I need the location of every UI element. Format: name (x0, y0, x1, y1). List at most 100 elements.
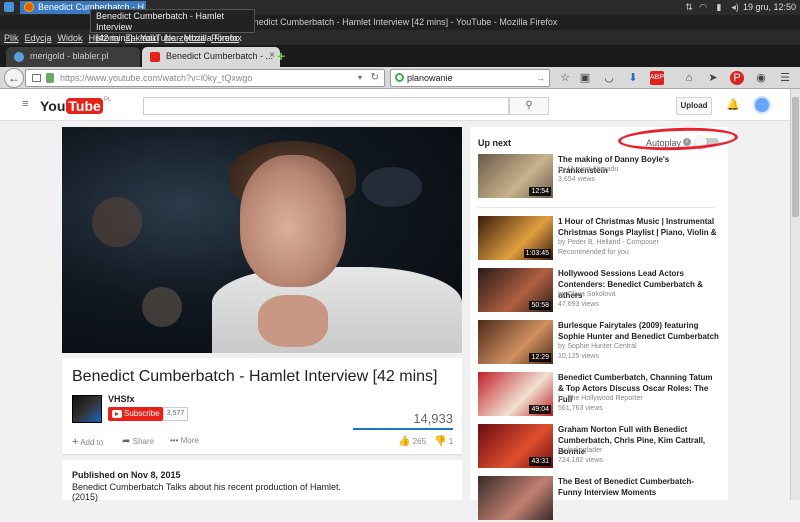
account-avatar[interactable] (753, 96, 771, 114)
like-ratio-bar (353, 428, 453, 430)
youtube-favicon-icon (150, 52, 160, 62)
dislike-button[interactable]: 👎 1 (434, 436, 453, 447)
recommendation-thumbnail[interactable]: 49:04 (478, 372, 553, 416)
recommendation-title[interactable]: 1 Hour of Christmas Music | Instrumental… (558, 216, 720, 238)
adblock-icon[interactable]: ABP (650, 71, 664, 85)
download-icon[interactable]: ⬇ (626, 71, 640, 85)
more-label: More (180, 436, 199, 445)
recommendation-title[interactable]: The Best of Benedict Cumberbatch- Funny … (558, 476, 720, 498)
like-button[interactable]: 👍 265 (398, 436, 426, 447)
recommendation-item[interactable]: The Best of Benedict Cumberbatch- Funny … (478, 476, 718, 522)
google-search-icon[interactable] (395, 73, 404, 82)
close-tab-icon[interactable]: × (269, 47, 275, 65)
notifications-bell-icon[interactable]: 🔔 (726, 98, 740, 113)
search-bar[interactable]: planowanie → (390, 69, 550, 87)
up-next-heading: Up next (478, 138, 512, 148)
channel-name[interactable]: VHSfx (108, 394, 135, 404)
add-to-button[interactable]: + Add to (72, 436, 103, 448)
lock-icon[interactable] (46, 73, 54, 83)
sidebar-divider (478, 207, 715, 208)
youtube-logo[interactable]: You Tube PL (40, 97, 111, 115)
video-duration: 50:58 (529, 301, 551, 310)
recommendation-item[interactable]: 43:31 Graham Norton Full with Benedict Cu… (478, 424, 718, 470)
new-tab-button[interactable]: + (277, 49, 289, 63)
volume-icon[interactable]: ◂) (730, 2, 740, 12)
recommendation-thumbnail[interactable] (478, 476, 553, 520)
recommendation-channel[interactable]: by Sophie Hunter Central (558, 343, 637, 350)
home-icon[interactable]: ⌂ (682, 71, 696, 85)
clock[interactable]: 19 gru, 12:50 (743, 2, 796, 12)
recommendation-thumbnail[interactable]: 12:29 (478, 320, 553, 364)
recommendation-title[interactable]: Burlesque Fairytales (2009) featuring So… (558, 320, 720, 342)
recommendation-item[interactable]: 49:04 Benedict Cumberbatch, Channing Tatu… (478, 372, 718, 418)
tooltip-line-1: Benedict Cumberbatch - Hamlet Interview (96, 11, 225, 32)
video-person-shirt (212, 267, 462, 353)
battery-icon[interactable]: ▮ (714, 2, 724, 12)
subscribe-button[interactable]: Subscribe (108, 407, 163, 421)
menu-edycja[interactable]: Edycja (25, 33, 52, 43)
video-player[interactable] (62, 127, 462, 353)
recommendation-channel[interactable]: by Munirat Ahmadu (558, 166, 618, 173)
subscriber-count: 3,577 (163, 407, 188, 421)
plus-icon: + (72, 436, 79, 448)
add-to-label: Add to (80, 438, 104, 447)
url-bar[interactable]: https://www.youtube.com/watch?v=l0ky_tQx… (25, 69, 385, 87)
logo-country: PL (103, 97, 112, 103)
youtube-search-input[interactable] (143, 97, 509, 115)
reload-icon[interactable]: ↻ (371, 70, 379, 86)
recommendation-item[interactable]: 50:58 Hollywood Sessions Lead Actors Cont… (478, 268, 718, 314)
recommendation-views: 724,182 views (558, 457, 603, 464)
tab-strip: merigold - blabler.pl Benedict Cumberbat… (0, 45, 800, 67)
menu-widok[interactable]: Widok (58, 33, 83, 43)
recommendation-thumbnail[interactable]: 43:31 (478, 424, 553, 468)
channel-thumbnail[interactable] (72, 395, 102, 423)
share-label: Share (132, 437, 154, 446)
upload-button[interactable]: Upload (676, 97, 712, 115)
reading-list-icon[interactable]: ▣ (578, 71, 592, 85)
menu-plik[interactable]: Plik (4, 33, 19, 43)
recommendation-thumbnail[interactable]: 12:54 (478, 154, 553, 198)
recommendation-channel[interactable]: by Olivia Sokolova (558, 291, 616, 298)
wifi-icon[interactable]: ◠ (698, 2, 708, 12)
video-duration: 1:03:45 (523, 249, 551, 258)
search-go-icon[interactable]: → (536, 70, 545, 86)
scrollbar-thumb[interactable] (792, 97, 799, 217)
more-dots-icon: ••• (170, 436, 179, 445)
bookmark-star-icon[interactable]: ☆ (558, 71, 572, 85)
url-dropdown-icon[interactable]: ▾ (358, 70, 362, 86)
recommendation-item[interactable]: 12:54 The making of Danny Boyle's Franken… (478, 154, 718, 200)
recommendation-thumbnail[interactable]: 1:03:45 (478, 216, 553, 260)
recommendation-channel[interactable]: by The Hollywood Reporter (558, 395, 643, 402)
video-bokeh (142, 287, 182, 327)
recommendation-item[interactable]: 1:03:45 1 Hour of Christmas Music | Instr… (478, 216, 718, 262)
back-button[interactable]: ← (4, 68, 24, 88)
search-icon: ⚲ (525, 100, 533, 111)
recommendation-channel[interactable]: by fadingfader (558, 447, 602, 454)
extension-icon[interactable]: ◉ (754, 71, 768, 85)
thumbs-up-icon: 👍 (398, 436, 411, 447)
pocket-icon[interactable]: ◡ (602, 71, 616, 85)
send-icon[interactable]: ➤ (706, 71, 720, 85)
recommendation-thumbnail[interactable]: 50:58 (478, 268, 553, 312)
description-card (62, 460, 462, 500)
youtube-play-icon (112, 410, 122, 418)
publish-date: Published on Nov 8, 2015 (72, 470, 181, 480)
recommendation-item[interactable]: 12:29 Burlesque Fairytales (2009) featuri… (478, 320, 720, 366)
pinterest-icon[interactable]: P (730, 71, 744, 85)
firefox-icon (24, 2, 34, 12)
guide-menu-icon[interactable]: ≡ (22, 99, 31, 110)
video-bokeh (362, 167, 422, 207)
youtube-search-button[interactable]: ⚲ (509, 97, 549, 115)
tab-blabler[interactable]: merigold - blabler.pl (6, 47, 140, 67)
more-button[interactable]: ••• More (170, 436, 199, 445)
share-button[interactable]: ➦ Share (122, 436, 154, 447)
page-scrollbar[interactable] (790, 89, 800, 500)
app-menu-icon[interactable] (4, 2, 14, 12)
recommendation-channel[interactable]: by Peder B. Helland - Composer (558, 239, 659, 246)
video-duration: 43:31 (529, 457, 551, 466)
network-icon[interactable]: ⇅ (684, 2, 694, 12)
page-info-icon[interactable] (32, 74, 41, 82)
dislike-count: 1 (448, 437, 454, 446)
tab-youtube[interactable]: Benedict Cumberbatch - ... × (142, 47, 280, 67)
hamburger-menu-icon[interactable]: ☰ (778, 71, 792, 85)
